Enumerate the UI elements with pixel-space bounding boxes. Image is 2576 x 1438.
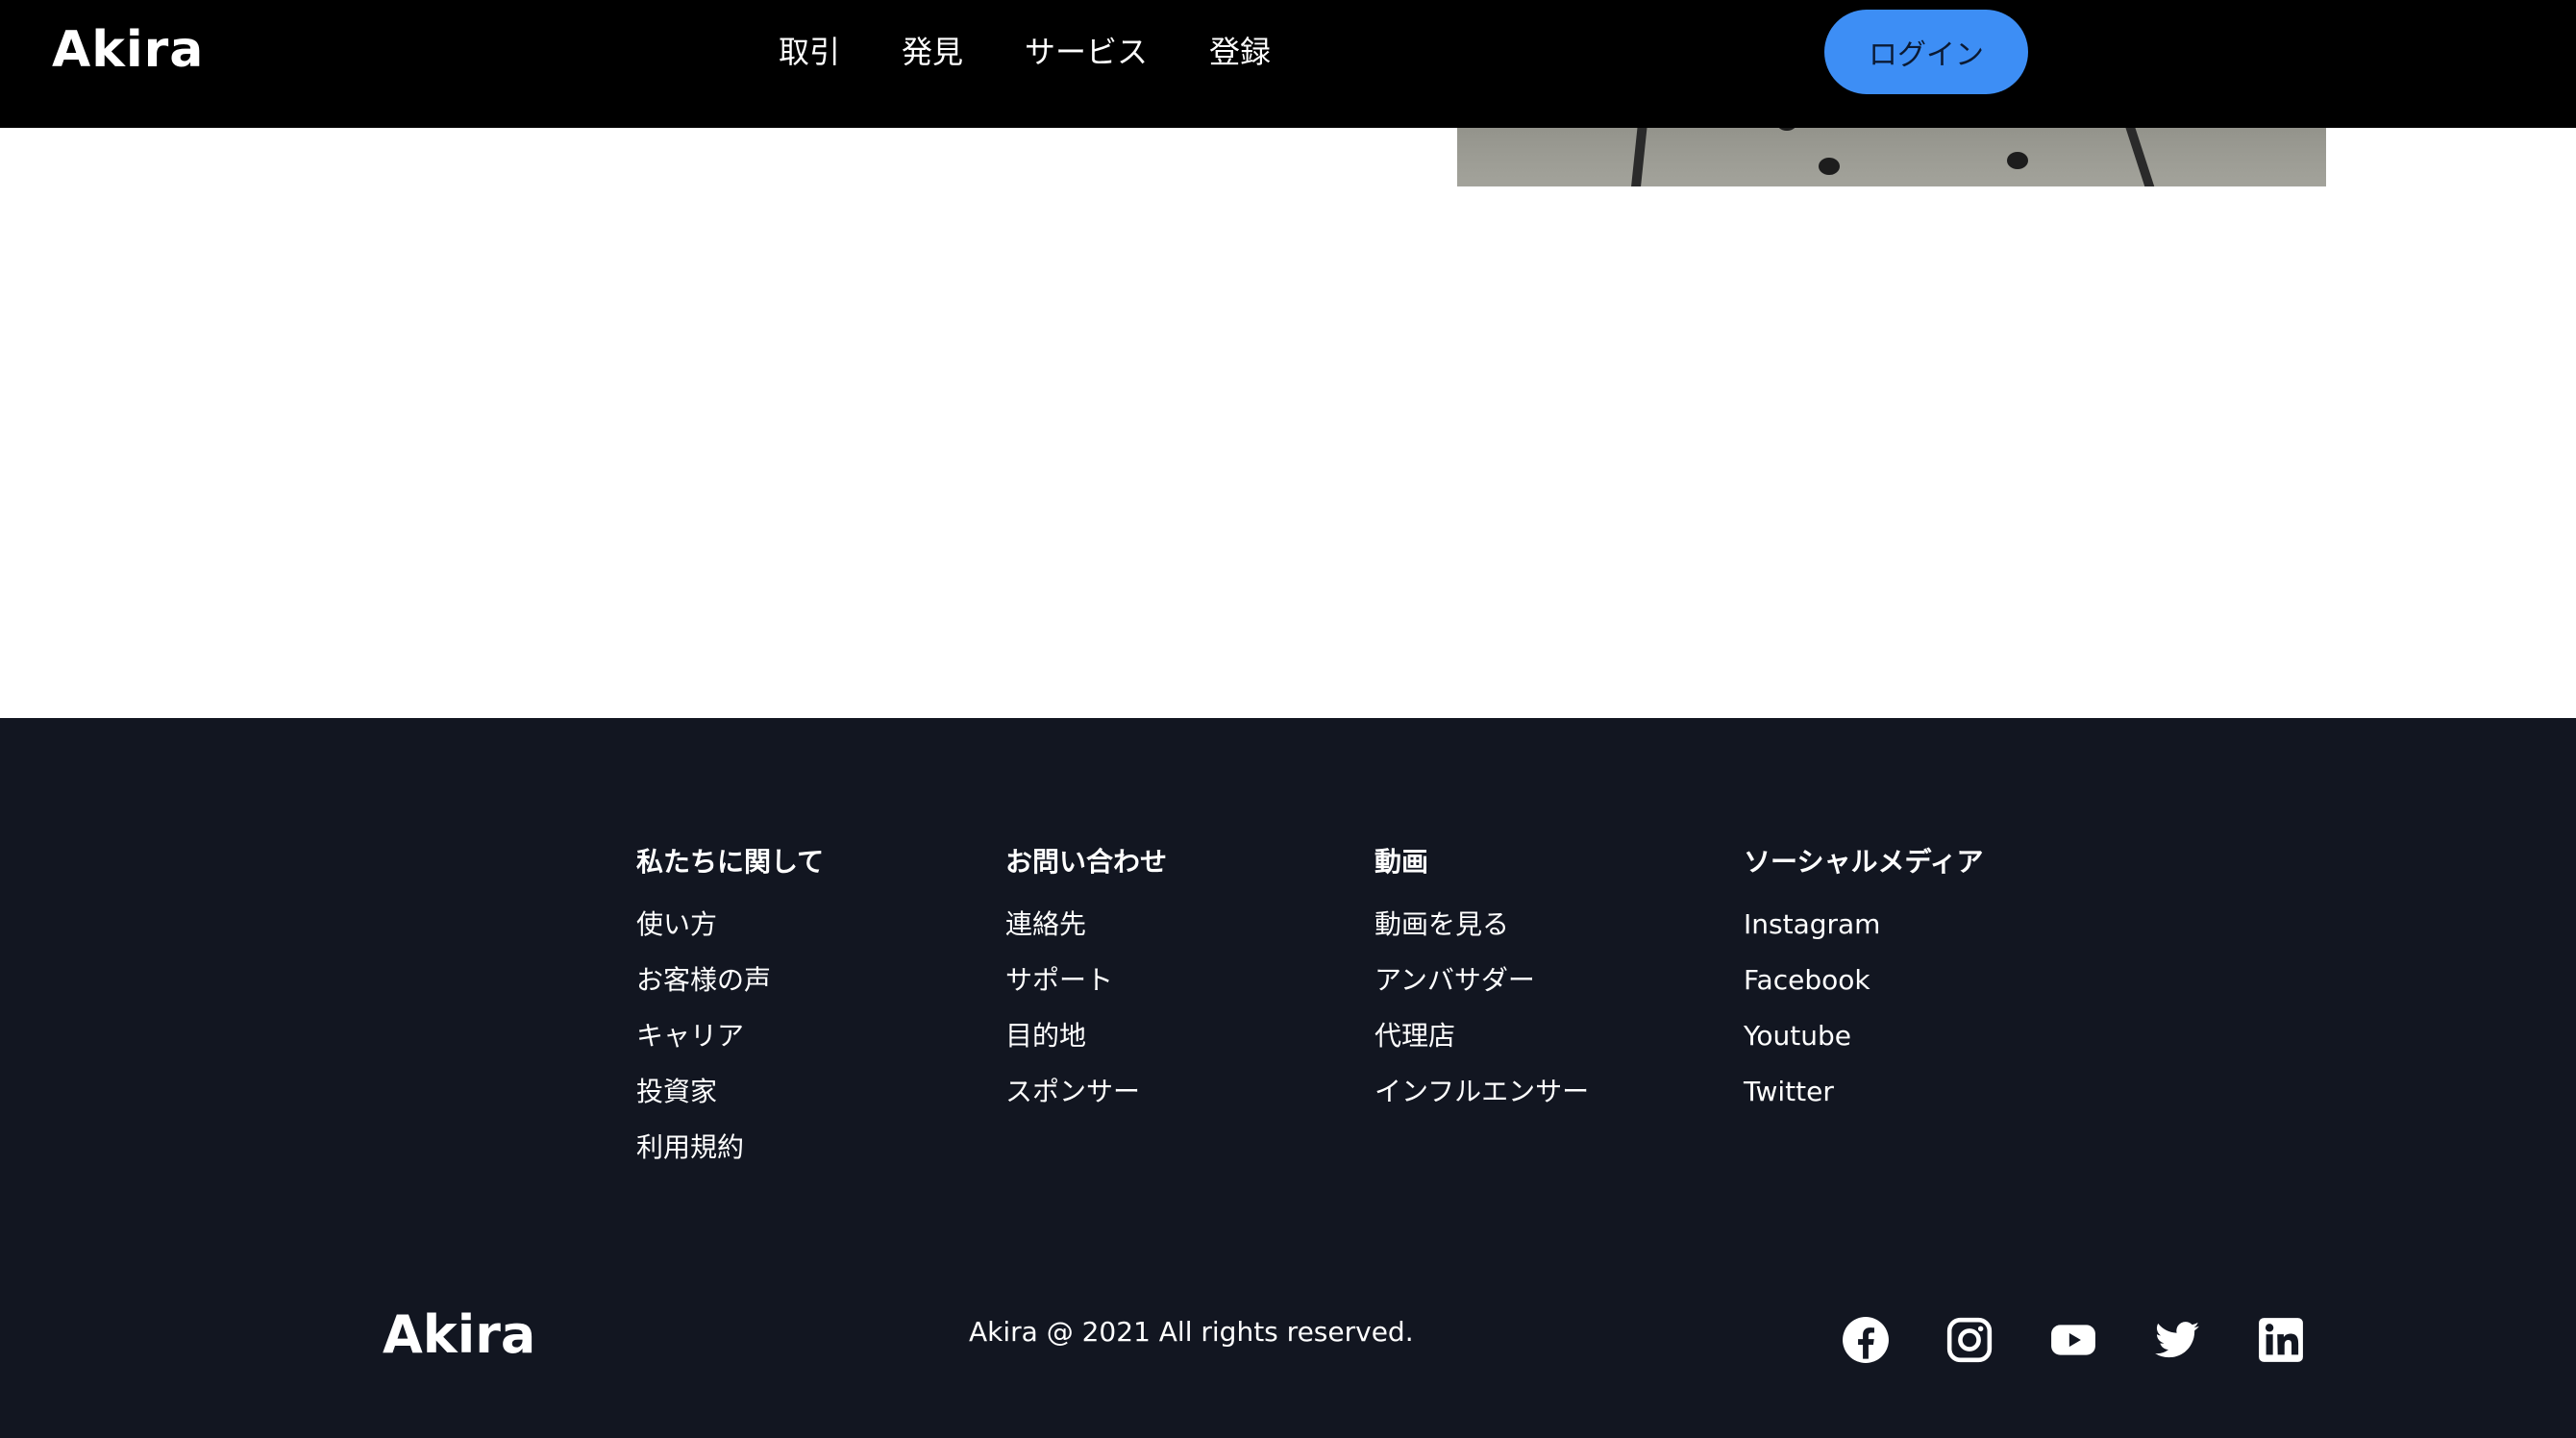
footer-link[interactable]: アンバサダー bbox=[1375, 964, 1589, 997]
nav-link-trade[interactable]: 取引 bbox=[779, 29, 840, 75]
footer-link[interactable]: 利用規約 bbox=[636, 1131, 824, 1164]
footer-link[interactable]: サポート bbox=[1005, 964, 1167, 997]
footer-link[interactable]: スポンサー bbox=[1005, 1076, 1167, 1108]
nav-link-services[interactable]: サービス bbox=[1025, 29, 1148, 75]
nav-link-discover[interactable]: 発見 bbox=[902, 29, 963, 75]
footer-link[interactable]: 動画を見る bbox=[1375, 908, 1589, 941]
footer-link[interactable]: Facebook bbox=[1744, 964, 1983, 997]
footer-column-title: 私たちに関して bbox=[636, 846, 825, 878]
footer-link[interactable]: お客様の声 bbox=[636, 964, 824, 997]
footer-link[interactable]: 投資家 bbox=[636, 1076, 824, 1108]
footer-column-title: お問い合わせ bbox=[1005, 846, 1168, 878]
nav-link-register[interactable]: 登録 bbox=[1209, 29, 1271, 75]
footer-link[interactable]: 目的地 bbox=[1005, 1020, 1167, 1053]
copyright-text: Akira @ 2021 All rights reserved. bbox=[969, 1316, 1414, 1348]
footer-column-videos: 動画 動画を見る アンバサダー 代理店 インフルエンサー bbox=[1375, 841, 1589, 1131]
footer-column-contact: お問い合わせ 連絡先 サポート 目的地 スポンサー bbox=[1005, 841, 1167, 1131]
twitter-icon[interactable] bbox=[2153, 1316, 2201, 1364]
login-button[interactable]: ログイン bbox=[1824, 10, 2028, 94]
linkedin-icon[interactable] bbox=[2257, 1316, 2305, 1364]
footer-link[interactable]: キャリア bbox=[636, 1020, 824, 1053]
footer-column-about: 私たちに関して 使い方 お客様の声 キャリア 投資家 利用規約 bbox=[636, 841, 824, 1187]
main-nav: 取引 発見 サービス 登録 bbox=[779, 29, 1271, 75]
social-icons bbox=[1842, 1316, 2305, 1364]
instagram-icon[interactable] bbox=[1945, 1316, 1994, 1364]
site-footer: 私たちに関して 使い方 お客様の声 キャリア 投資家 利用規約 お問い合わせ 連… bbox=[0, 718, 2576, 1438]
footer-link[interactable]: Youtube bbox=[1744, 1020, 1983, 1053]
site-logo[interactable]: Akira bbox=[52, 21, 204, 79]
youtube-icon[interactable] bbox=[2049, 1316, 2097, 1364]
top-navbar: Akira 取引 発見 サービス 登録 ログイン bbox=[0, 0, 2576, 128]
footer-link[interactable]: 代理店 bbox=[1375, 1020, 1589, 1053]
footer-link[interactable]: Instagram bbox=[1744, 908, 1983, 941]
facebook-icon[interactable] bbox=[1842, 1316, 1890, 1364]
footer-logo[interactable]: Akira bbox=[383, 1304, 535, 1365]
footer-link[interactable]: 使い方 bbox=[636, 908, 824, 941]
footer-column-social: ソーシャルメディア Instagram Facebook Youtube Twi… bbox=[1744, 841, 1983, 1131]
footer-column-title: ソーシャルメディア bbox=[1744, 846, 1984, 878]
footer-link[interactable]: Twitter bbox=[1744, 1076, 1983, 1108]
footer-link[interactable]: インフルエンサー bbox=[1375, 1076, 1589, 1108]
footer-link[interactable]: 連絡先 bbox=[1005, 908, 1167, 941]
footer-column-title: 動画 bbox=[1375, 846, 1429, 878]
